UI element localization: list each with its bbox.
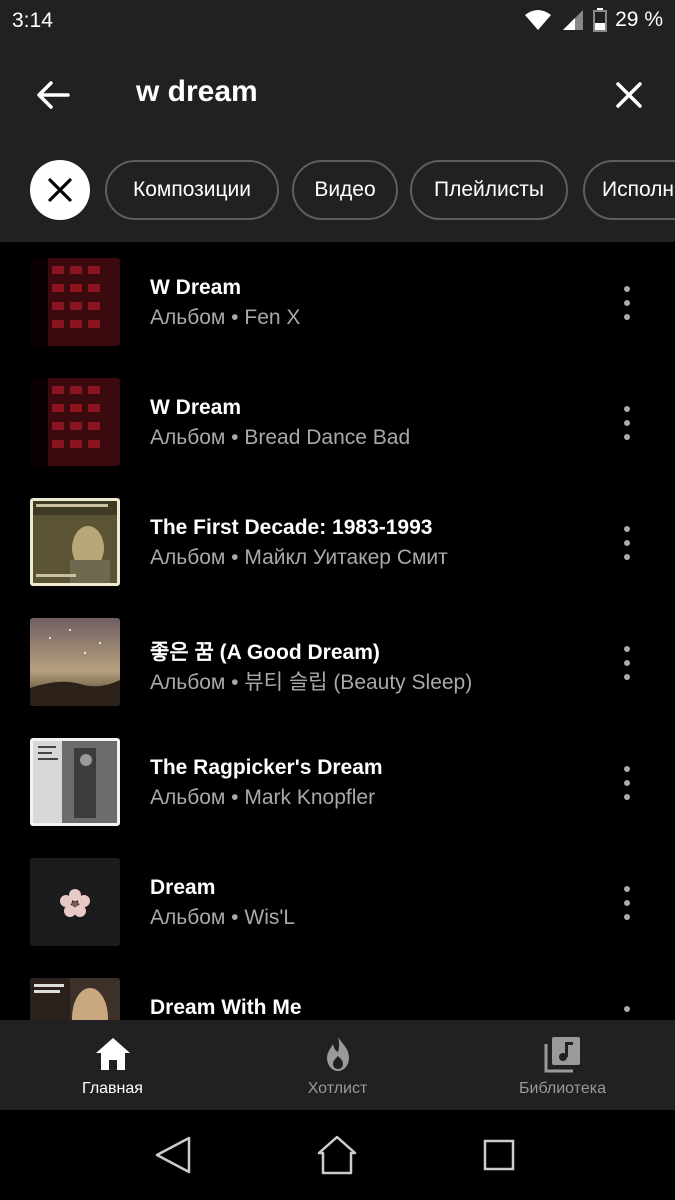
triangle-back-icon <box>155 1136 191 1174</box>
home-icon <box>95 1038 130 1070</box>
system-home-button[interactable] <box>312 1130 362 1180</box>
list-item[interactable]: The Ragpicker's Dream Альбом • Mark Knop… <box>0 722 675 842</box>
library-music-icon <box>544 1037 580 1073</box>
system-back-button[interactable] <box>148 1130 198 1180</box>
item-subtitle: Альбом • Wis'L <box>150 906 296 929</box>
status-bar: 3:14 29 % <box>0 0 675 46</box>
item-title: Dream With Me <box>150 996 302 1019</box>
item-subtitle: Альбом • Fen X <box>150 306 301 329</box>
back-button[interactable] <box>30 72 76 118</box>
item-title: W Dream <box>150 396 242 419</box>
nav-home-label: Главная <box>82 1080 143 1097</box>
wifi-icon <box>523 8 553 32</box>
album-cover <box>30 618 120 706</box>
nav-home[interactable]: Главная <box>0 1020 225 1110</box>
more-options-icon[interactable] <box>612 766 642 800</box>
item-title: The First Decade: 1983-1993 <box>150 516 433 539</box>
cell-signal-icon <box>561 8 585 32</box>
search-query[interactable]: w dream <box>136 72 258 112</box>
chip-artists[interactable]: Исполн <box>583 160 675 220</box>
item-title: 좋은 꿈 (A Good Dream) <box>150 641 380 664</box>
more-options-icon[interactable] <box>612 406 642 440</box>
bottom-navigation: Главная Хотлист Библиотека <box>0 1020 675 1110</box>
more-options-icon[interactable] <box>612 646 642 680</box>
chip-songs[interactable]: Композиции <box>105 160 279 220</box>
chip-playlists[interactable]: Плейлисты <box>410 160 568 220</box>
album-cover <box>30 378 120 466</box>
album-cover <box>30 258 120 346</box>
fire-icon <box>326 1037 349 1071</box>
item-title: The Ragpicker's Dream <box>150 756 383 779</box>
clear-search-button[interactable] <box>606 72 652 118</box>
battery-icon <box>593 8 608 32</box>
results-list: W Dream Альбом • Fen X W Dream Альбом • … <box>0 242 675 1020</box>
arrow-back-icon <box>37 81 70 109</box>
close-icon <box>48 178 72 202</box>
item-subtitle: Альбом • Bread Dance Bad <box>150 426 411 449</box>
battery-percent: 29 % <box>615 8 663 31</box>
album-cover <box>30 738 120 826</box>
list-item[interactable]: 좋은 꿈 (A Good Dream) Альбом • 뷰티 슬립 (Beau… <box>0 602 675 722</box>
square-recents-icon <box>483 1139 515 1171</box>
more-options-icon[interactable] <box>612 886 642 920</box>
list-item[interactable]: W Dream Альбом • Bread Dance Bad <box>0 362 675 482</box>
search-header: w dream Композиции Видео Плейлисты Испол… <box>0 46 675 242</box>
item-title: Dream <box>150 876 216 899</box>
more-options-icon[interactable] <box>612 286 642 320</box>
close-icon <box>616 82 642 108</box>
nav-library[interactable]: Библиотека <box>450 1020 675 1110</box>
home-outline-icon <box>317 1135 357 1175</box>
system-navigation-bar <box>0 1110 675 1200</box>
chip-videos[interactable]: Видео <box>292 160 398 220</box>
list-item[interactable]: W Dream Альбом • Fen X <box>0 242 675 362</box>
nav-library-label: Библиотека <box>519 1080 606 1097</box>
nav-hotlist-label: Хотлист <box>307 1080 368 1097</box>
list-item[interactable]: Dream With Me <box>0 962 675 1020</box>
more-options-icon[interactable] <box>612 1006 642 1020</box>
filter-chips: Композиции Видео Плейлисты Исполн <box>30 160 675 220</box>
status-time: 3:14 <box>12 9 53 32</box>
item-title: W Dream <box>150 276 242 299</box>
nav-hotlist[interactable]: Хотлист <box>225 1020 450 1110</box>
item-subtitle: Альбом • 뷰티 슬립 (Beauty Sleep) <box>150 671 473 694</box>
list-item[interactable]: Dream Альбом • Wis'L <box>0 842 675 962</box>
album-cover <box>30 498 120 586</box>
album-cover <box>30 858 120 946</box>
list-item[interactable]: The First Decade: 1983-1993 Альбом • Май… <box>0 482 675 602</box>
item-subtitle: Альбом • Майкл Уитакер Смит <box>150 546 448 569</box>
system-recents-button[interactable] <box>474 1130 524 1180</box>
item-subtitle: Альбом • Mark Knopfler <box>150 786 376 809</box>
more-options-icon[interactable] <box>612 526 642 560</box>
clear-filter-button[interactable] <box>30 160 90 220</box>
album-cover <box>30 978 120 1020</box>
status-icons: 29 % <box>523 8 663 32</box>
